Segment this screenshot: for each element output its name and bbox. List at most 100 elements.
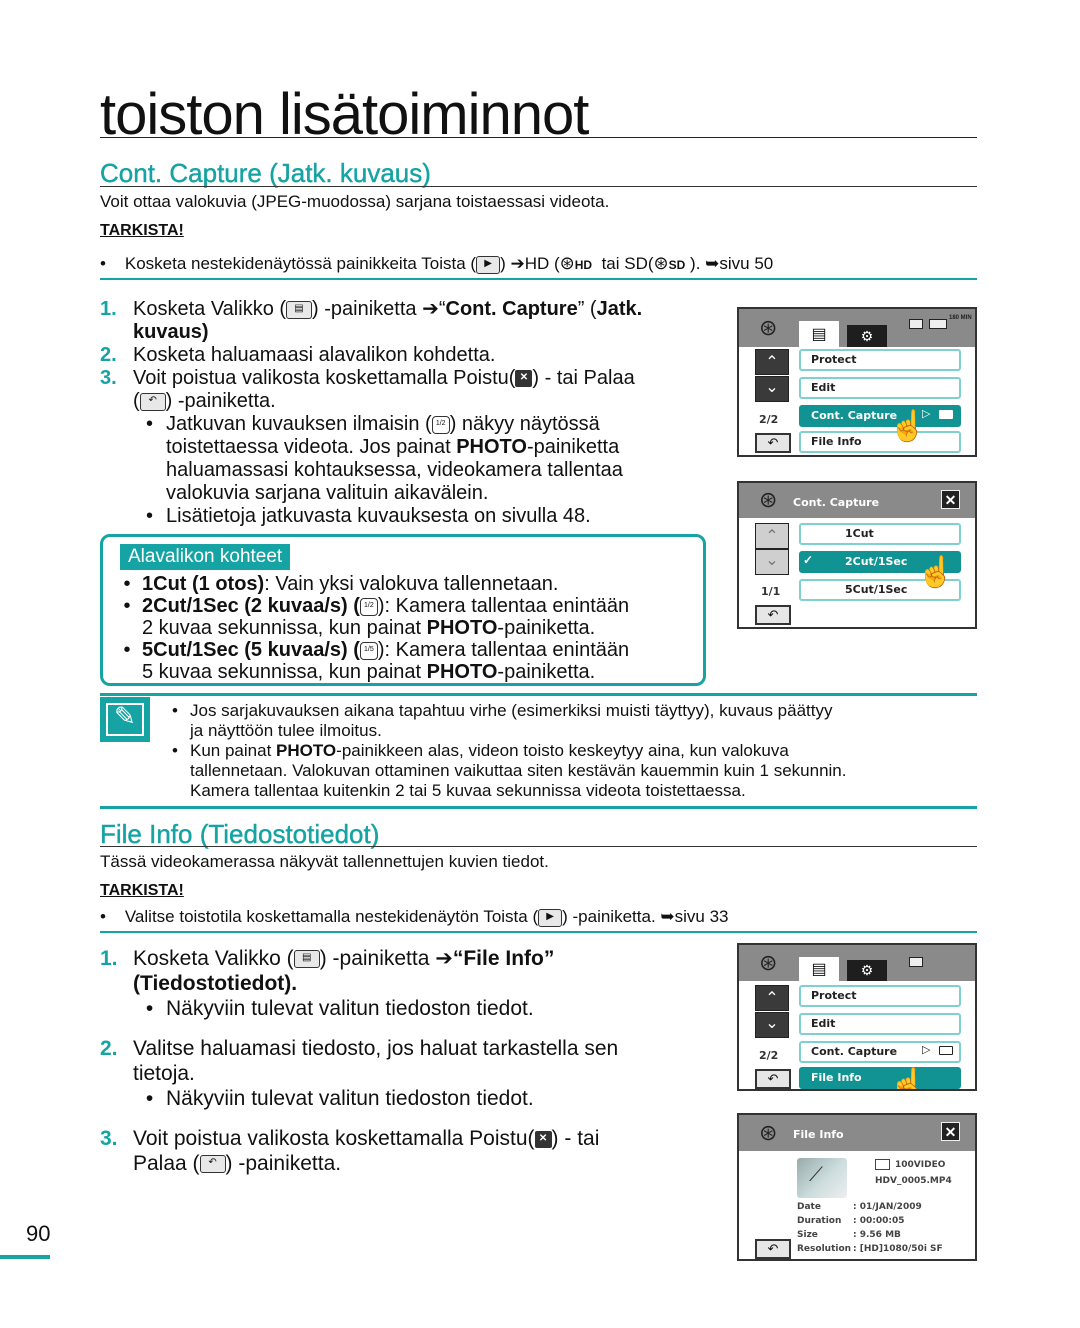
back-button[interactable]: ↶ <box>755 1239 791 1259</box>
check-divider <box>100 931 977 933</box>
scroll-up-button[interactable]: ⌃ <box>755 349 789 375</box>
note-pencil-icon: ✎ <box>100 697 150 742</box>
close-icon: ✕ <box>515 370 533 388</box>
check-mark-icon: ✓ <box>803 553 814 567</box>
option-1cut[interactable]: 1Cut <box>799 523 961 545</box>
step-1: 1. Kosketa Valikko (▤) -painiketta ➔“Cont… <box>100 298 643 343</box>
menu-item-edit[interactable]: Edit <box>799 1013 961 1035</box>
file-name: HDV_0005.MP4 <box>875 1176 952 1186</box>
5cut-icon: 1/5 <box>359 641 378 660</box>
tab-settings[interactable]: ⚙ <box>847 960 887 981</box>
close-icon: ✕ <box>534 1130 552 1148</box>
section-heading-cont-capture: Cont. Capture (Jatk. kuvaus) <box>100 158 431 188</box>
field-size-value: : 9.56 MB <box>853 1230 901 1240</box>
field-resolution-label: Resolution <box>797 1244 852 1254</box>
cont-capture-indicator-icon: 1/2 <box>431 415 450 434</box>
submenu-item-5cut: • 5Cut/1Sec (5 kuvaa/s) (1/5): Kamera ta… <box>123 639 630 683</box>
notes: • Jos sarjakuvauksen aikana tapahtuu vir… <box>160 701 980 801</box>
menu-item-file-info[interactable]: File Info <box>799 431 961 453</box>
menu-item-file-info[interactable]: File Info <box>799 1067 961 1089</box>
folder-icon <box>875 1159 890 1170</box>
submenu-items: • 1Cut (1 otos): Vain yksi valokuva tall… <box>112 573 702 683</box>
play-arrow-icon: ▷ <box>922 1044 931 1056</box>
2cut-icon: 1/2 <box>359 597 378 616</box>
sd-movie-icon: ⊛ <box>653 253 669 273</box>
1cut-badge-icon <box>939 1046 953 1055</box>
movie-reel-icon: ⊛ <box>759 315 778 340</box>
back-icon: ↶ <box>199 1155 226 1174</box>
scroll-up-button[interactable]: ⌃ <box>755 985 789 1011</box>
step-1: 1. Kosketa Valikko (▤) -painiketta ➔“File… <box>100 946 720 1021</box>
tab-settings[interactable]: ⚙ <box>847 325 887 347</box>
scroll-down-button[interactable]: ⌄ <box>755 1012 789 1038</box>
camera-menu-screen: ⊛ ▤ ⚙ 180 MIN ⌃ ⌄ Protect Edit Cont. Cap… <box>737 307 977 457</box>
touch-hand-icon: ☝ <box>917 556 955 589</box>
note-divider-top <box>100 693 977 696</box>
field-resolution-value: : [HD]1080/50i SF <box>853 1244 943 1254</box>
camera-menu-screen: ⊛ ▤ ⚙ ⌃ ⌄ Protect Edit Cont. Capture ▷ 2… <box>737 943 977 1091</box>
note-item: • Kun painat PHOTO-painikkeen alas, vide… <box>172 741 847 800</box>
check-label: TARKISTA! <box>100 882 184 899</box>
bullet-item: • Näkyviin tulevat valitun tiedoston tied… <box>145 997 534 1020</box>
card-icon <box>909 319 923 329</box>
menu-item-protect[interactable]: Protect <box>799 985 961 1007</box>
section-divider <box>100 846 977 847</box>
touch-hand-icon: ☝ <box>889 1068 927 1091</box>
screen-title: File Info <box>793 1128 844 1141</box>
page-indicator: 2/2 <box>759 1049 779 1062</box>
check-divider <box>100 278 977 280</box>
close-button[interactable]: ✕ <box>941 1122 960 1141</box>
scroll-down-button[interactable]: ⌄ <box>755 376 789 402</box>
close-button[interactable]: ✕ <box>941 490 960 509</box>
bullet-item: • Lisätietoja jatkuvasta kuvauksesta on … <box>145 505 591 527</box>
screen-title: Cont. Capture <box>793 496 880 509</box>
page-indicator: 1/1 <box>761 585 781 598</box>
note-divider-bottom <box>100 806 977 809</box>
tab-menu[interactable]: ▤ <box>799 321 839 349</box>
step-3: 3. Voit poistua valikosta koskettamalla P… <box>100 1127 600 1175</box>
back-button[interactable]: ↶ <box>755 605 791 625</box>
card-icon <box>909 957 923 967</box>
file-info-steps: 1. Kosketa Valikko (▤) -painiketta ➔“File… <box>100 946 720 1176</box>
check-instruction: • Valitse toistotila koskettamalla neste… <box>100 907 729 927</box>
field-date-label: Date <box>797 1202 821 1212</box>
file-info-screen: ⊛ File Info ✕ ⟋ 100VIDEO HDV_0005.MP4 Da… <box>737 1113 977 1261</box>
step-2: 2. Kosketa haluamaasi alavalikon kohdetta… <box>100 344 496 366</box>
thumbnail-image: ⟋ <box>797 1158 847 1198</box>
tab-menu[interactable]: ▤ <box>799 957 839 983</box>
section-intro: Voit ottaa valokuvia (JPEG-muodossa) sar… <box>100 192 610 211</box>
back-button[interactable]: ↶ <box>755 1069 791 1089</box>
step-3-bullets: • Jatkuvan kuvauksen ilmaisin (1/2) näky… <box>100 413 710 528</box>
field-duration-label: Duration <box>797 1216 842 1226</box>
page-indicator: 2/2 <box>759 413 779 426</box>
page-number: 90 <box>26 1221 51 1246</box>
section-heading-file-info: File Info (Tiedostotiedot) <box>100 819 380 849</box>
check-label: TARKISTA! <box>100 222 184 239</box>
page-title: toiston lisätoiminnot <box>100 82 589 147</box>
bullet-item: • Jatkuvan kuvauksen ilmaisin (1/2) näky… <box>145 413 623 504</box>
step-2: 2. Valitse haluamasi tiedosto, jos haluat… <box>100 1036 720 1111</box>
movie-reel-icon: ⊛ <box>759 487 778 512</box>
menu-item-protect[interactable]: Protect <box>799 349 961 371</box>
field-duration-value: : 00:00:05 <box>853 1216 905 1226</box>
section-divider <box>100 186 977 187</box>
1cut-badge-icon <box>939 410 953 419</box>
title-divider <box>100 137 977 138</box>
back-icon: ↶ <box>139 392 166 411</box>
step-3: 3. Voit poistua valikosta koskettamalla P… <box>100 367 635 412</box>
field-size-label: Size <box>797 1230 818 1240</box>
menu-item-cont-capture[interactable]: Cont. Capture <box>799 1041 961 1063</box>
scroll-up-button[interactable]: ⌃ <box>755 523 789 549</box>
touch-hand-icon: ☝ <box>889 410 927 443</box>
play-icon: ▶ <box>476 255 501 274</box>
menu-icon: ▤ <box>811 326 827 343</box>
gear-icon: ⚙ <box>860 328 874 344</box>
menu-icon: ▤ <box>286 300 313 319</box>
menu-item-cont-capture[interactable]: Cont. Capture <box>799 405 961 427</box>
gear-icon: ⚙ <box>860 962 874 978</box>
scroll-down-button[interactable]: ⌄ <box>755 549 789 575</box>
play-icon: ▶ <box>538 908 563 927</box>
menu-item-edit[interactable]: Edit <box>799 377 961 399</box>
note-item: • Jos sarjakuvauksen aikana tapahtuu vir… <box>172 701 833 740</box>
back-button[interactable]: ↶ <box>755 433 791 453</box>
